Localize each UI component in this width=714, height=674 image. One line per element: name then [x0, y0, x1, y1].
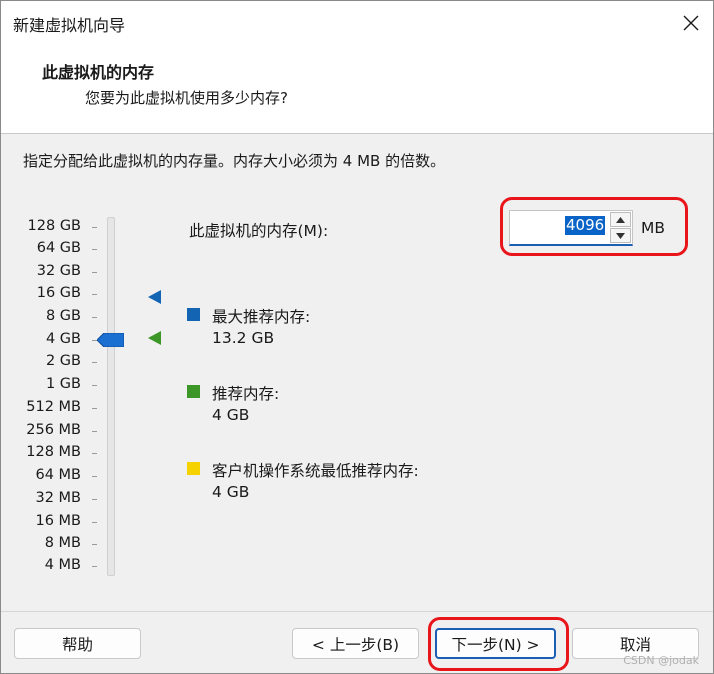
scale-tick [92, 272, 97, 273]
window-title: 新建虚拟机向导 [13, 16, 126, 35]
wizard-header: 此虚拟机的内存 您要为此虚拟机使用多少内存? [1, 45, 713, 134]
recommended-color-icon [187, 385, 200, 398]
scale-label: 64 MB [35, 467, 81, 483]
memory-slider-thumb[interactable] [97, 333, 124, 347]
page-subtitle: 您要为此虚拟机使用多少内存? [85, 89, 288, 107]
scale-label: 32 GB [36, 263, 81, 279]
scale-tick [92, 294, 97, 295]
memory-field-label: 此虚拟机的内存(M): [189, 222, 329, 240]
recommended-value: 4 GB [212, 406, 250, 424]
scale-tick [92, 385, 97, 386]
guest-min-label: 客户机操作系统最低推荐内存: [212, 462, 419, 480]
scale-tick [92, 408, 97, 409]
scale-label: 256 MB [26, 422, 81, 438]
scale-label: 32 MB [35, 490, 81, 506]
title-bar: 新建虚拟机向导 [1, 1, 713, 45]
scale-label: 4 GB [45, 331, 81, 347]
scale-tick [92, 227, 97, 228]
scale-tick [92, 522, 97, 523]
guest-min-color-icon [187, 462, 200, 475]
close-icon [683, 15, 699, 31]
instruction-text: 指定分配给此虚拟机的内存量。内存大小必须为 4 MB 的倍数。 [23, 152, 446, 170]
close-button[interactable] [669, 1, 713, 45]
back-button[interactable]: < 上一步(B) [292, 628, 419, 659]
scale-label: 1 GB [45, 376, 81, 392]
scale-tick [92, 249, 97, 250]
scale-label: 8 MB [44, 535, 81, 551]
scale-label: 128 MB [26, 444, 81, 460]
max-recommended-marker-icon [148, 290, 161, 304]
scale-tick [92, 499, 97, 500]
memory-slider-track[interactable] [107, 217, 115, 576]
annotation-highlight [428, 617, 569, 671]
page-title: 此虚拟机的内存 [42, 63, 155, 82]
watermark: CSDN @jodak [623, 654, 699, 667]
scale-tick [92, 362, 97, 363]
scale-label: 16 GB [36, 285, 81, 301]
scale-tick [92, 544, 97, 545]
annotation-highlight [500, 197, 688, 256]
scale-label: 2 GB [45, 353, 81, 369]
scale-tick [92, 476, 97, 477]
recommended-marker-icon [148, 331, 161, 345]
max-recommended-value: 13.2 GB [212, 329, 275, 347]
scale-label: 16 MB [35, 513, 81, 529]
scale-label: 128 GB [27, 218, 81, 234]
new-vm-wizard-dialog: 新建虚拟机向导 此虚拟机的内存 您要为此虚拟机使用多少内存? 指定分配给此虚拟机… [0, 0, 714, 674]
scale-label: 512 MB [26, 399, 81, 415]
scale-tick [92, 453, 97, 454]
help-button[interactable]: 帮助 [14, 628, 141, 659]
scale-label: 64 GB [36, 240, 81, 256]
scale-tick [92, 317, 97, 318]
scale-label: 8 GB [45, 308, 81, 324]
max-recommended-color-icon [187, 308, 200, 321]
footer-divider [1, 611, 713, 612]
scale-tick [92, 566, 97, 567]
max-recommended-label: 最大推荐内存: [212, 308, 311, 326]
scale-label: 4 MB [44, 557, 81, 573]
recommended-label: 推荐内存: [212, 385, 280, 403]
guest-min-value: 4 GB [212, 483, 250, 501]
scale-tick [92, 431, 97, 432]
